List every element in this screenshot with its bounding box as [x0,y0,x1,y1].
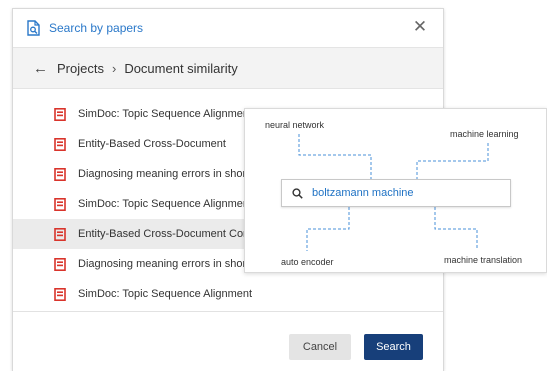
keyword-machine-learning[interactable]: machine learning [450,129,519,139]
keyword-machine-translation[interactable]: machine translation [444,255,522,265]
paper-title: Entity-Based Cross-Document Core [78,228,253,240]
back-arrow-icon[interactable]: ← [33,60,48,77]
search-button[interactable]: Search [364,334,423,360]
keyword-auto-encoder[interactable]: auto encoder [281,257,334,267]
paper-title: SimDoc: Topic Sequence Alignment [78,288,253,300]
paper-list-item[interactable]: SimDoc: Topic Sequence Alignment [13,279,443,309]
paper-title: SimDoc: Topic Sequence Alignmer [78,198,247,210]
document-search-icon [27,20,41,36]
dialog-footer: Cancel Search [13,311,443,371]
dialog-title: Search by papers [49,21,144,35]
keyword-map-panel: neural network machine learning auto enc… [244,108,547,273]
search-query-text: boltzamann machine [312,187,414,199]
pdf-file-icon [54,257,78,271]
keyword-search-input[interactable]: boltzamann machine [281,179,511,207]
pdf-file-icon [54,287,78,301]
close-icon[interactable]: ✕ [411,18,429,36]
breadcrumb-separator: › [111,60,117,76]
cancel-button[interactable]: Cancel [289,334,351,360]
paper-title: Diagnosing meaning errors in shor [78,258,247,270]
breadcrumb: ← Projects › Document similarity [13,47,443,89]
breadcrumb-projects[interactable]: Projects [57,61,104,76]
paper-title: Diagnosing meaning errors in shor [78,168,247,180]
breadcrumb-current: Document similarity [124,60,238,76]
paper-title: Entity-Based Cross-Document [78,138,226,150]
pdf-file-icon [54,107,78,121]
pdf-file-icon [54,137,78,151]
search-icon [292,187,303,199]
pdf-file-icon [54,227,78,241]
pdf-file-icon [54,197,78,211]
dialog-header: Search by papers ✕ [13,9,443,47]
pdf-file-icon [54,167,78,181]
keyword-neural-network[interactable]: neural network [265,120,324,130]
